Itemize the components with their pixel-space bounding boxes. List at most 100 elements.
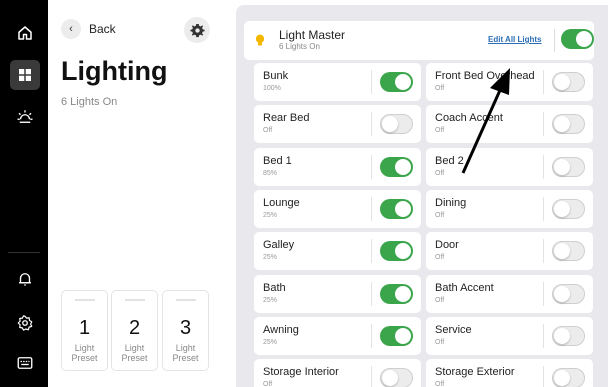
light-name: Bath Accent [435, 281, 494, 294]
light-toggle[interactable] [380, 114, 413, 135]
light-card[interactable]: Rear Bed Off [254, 105, 421, 144]
light-card[interactable]: Service Off [426, 316, 593, 355]
divider [371, 196, 372, 221]
sun-icon [17, 110, 33, 123]
light-name: Rear Bed [263, 112, 310, 125]
preset-number: 3 [179, 317, 192, 339]
light-status: 25% [263, 338, 278, 346]
toggle-knob [395, 74, 411, 90]
divider [543, 366, 544, 387]
light-toggle[interactable] [552, 198, 585, 219]
light-card[interactable]: Front Bed Overhead Off [426, 63, 593, 101]
nav-settings[interactable] [10, 308, 40, 338]
light-name: Storage Interior [263, 366, 339, 379]
toggle-knob [554, 200, 570, 217]
nav-home[interactable] [10, 18, 40, 48]
preset-label-line2: Preset [172, 353, 199, 363]
toggle-knob [554, 74, 570, 90]
light-name: Front Bed Overhead [435, 70, 535, 82]
toggle-knob [576, 31, 592, 47]
lighting-settings-button[interactable] [184, 17, 210, 43]
light-toggle[interactable] [380, 72, 413, 92]
light-card[interactable]: Bed 2 Off [426, 147, 593, 186]
toggle-knob [382, 370, 398, 387]
back-label: Back [89, 22, 116, 36]
bell-icon [19, 273, 31, 286]
light-master-status: 6 Lights On [279, 42, 320, 51]
divider [543, 281, 544, 306]
chevron-left-icon: ‹ [61, 19, 81, 39]
lighting-summary: ‹ Back Lighting 6 Lights On 1 Light Pres… [48, 0, 220, 387]
divider [543, 70, 544, 94]
light-status: Off [435, 296, 445, 304]
light-card[interactable]: Bath Accent Off [426, 274, 593, 313]
light-card[interactable]: Galley 25% [254, 232, 421, 271]
light-card[interactable]: Coach Accent Off [426, 105, 593, 144]
light-toggle[interactable] [380, 198, 413, 219]
light-preset-1[interactable]: 1 Light Preset [61, 290, 108, 371]
light-master-toggle[interactable] [561, 29, 594, 49]
light-toggle[interactable] [380, 325, 413, 346]
preset-indicator [74, 299, 95, 301]
light-toggle[interactable] [552, 156, 585, 177]
light-toggle[interactable] [552, 325, 585, 346]
divider [371, 366, 372, 387]
preset-number: 1 [78, 317, 91, 339]
nav-notifications[interactable] [10, 264, 40, 294]
light-toggle[interactable] [552, 368, 585, 387]
light-card[interactable]: Storage Exterior Off [426, 359, 593, 387]
light-name: Dining [435, 196, 467, 209]
lighting-screen: ‹ Back Lighting 6 Lights On 1 Light Pres… [0, 0, 608, 387]
light-card[interactable]: Door Off [426, 232, 593, 271]
toggle-knob [554, 327, 570, 344]
light-card[interactable]: Dining Off [426, 189, 593, 228]
toggle-knob [554, 285, 570, 302]
toggle-knob [395, 285, 411, 302]
toggle-knob [554, 158, 570, 175]
light-status: 25% [263, 296, 278, 304]
light-card[interactable]: Bath 25% [254, 274, 421, 313]
light-name: Storage Exterior [435, 366, 515, 379]
nav-lighting[interactable] [10, 60, 40, 90]
light-toggle[interactable] [552, 241, 585, 262]
home-icon [18, 26, 32, 40]
light-card[interactable]: Lounge 25% [254, 189, 421, 228]
light-card[interactable]: Awning 25% [254, 316, 421, 355]
light-card[interactable]: Storage Interior Off [254, 359, 421, 387]
light-toggle[interactable] [380, 156, 413, 177]
light-name: Bed 2 [435, 154, 464, 167]
toggle-knob [554, 370, 570, 387]
edit-all-lights-link[interactable]: Edit All Lights [488, 35, 541, 44]
light-name: Lounge [263, 196, 300, 209]
nav-keyboard[interactable] [10, 348, 40, 378]
light-toggle[interactable] [552, 283, 585, 304]
light-toggle[interactable] [552, 114, 585, 135]
light-card[interactable]: Bunk 100% [254, 63, 421, 101]
light-preset-3[interactable]: 3 Light Preset [162, 290, 209, 371]
lights-on-count: 6 Lights On [61, 96, 118, 108]
page-title: Lighting [61, 56, 168, 86]
light-name: Coach Accent [435, 112, 503, 125]
divider [543, 154, 544, 179]
divider [543, 112, 544, 137]
divider [371, 239, 372, 264]
divider [371, 323, 372, 348]
toggle-knob [395, 327, 411, 344]
divider [371, 70, 372, 94]
light-status: Off [263, 127, 273, 135]
gear-icon [189, 23, 205, 37]
light-toggle[interactable] [380, 241, 413, 262]
divider [543, 239, 544, 264]
nav-climate[interactable] [10, 102, 40, 132]
divider [371, 154, 372, 179]
light-card[interactable]: Bed 1 85% [254, 147, 421, 186]
light-toggle[interactable] [552, 72, 585, 92]
toggle-knob [382, 116, 398, 133]
light-status: Off [435, 254, 445, 262]
toggle-knob [554, 116, 570, 133]
light-toggle[interactable] [380, 283, 413, 304]
back-button[interactable]: ‹ Back [61, 19, 116, 39]
light-name: Awning [263, 323, 299, 336]
light-toggle[interactable] [380, 368, 413, 387]
light-preset-2[interactable]: 2 Light Preset [111, 290, 158, 371]
